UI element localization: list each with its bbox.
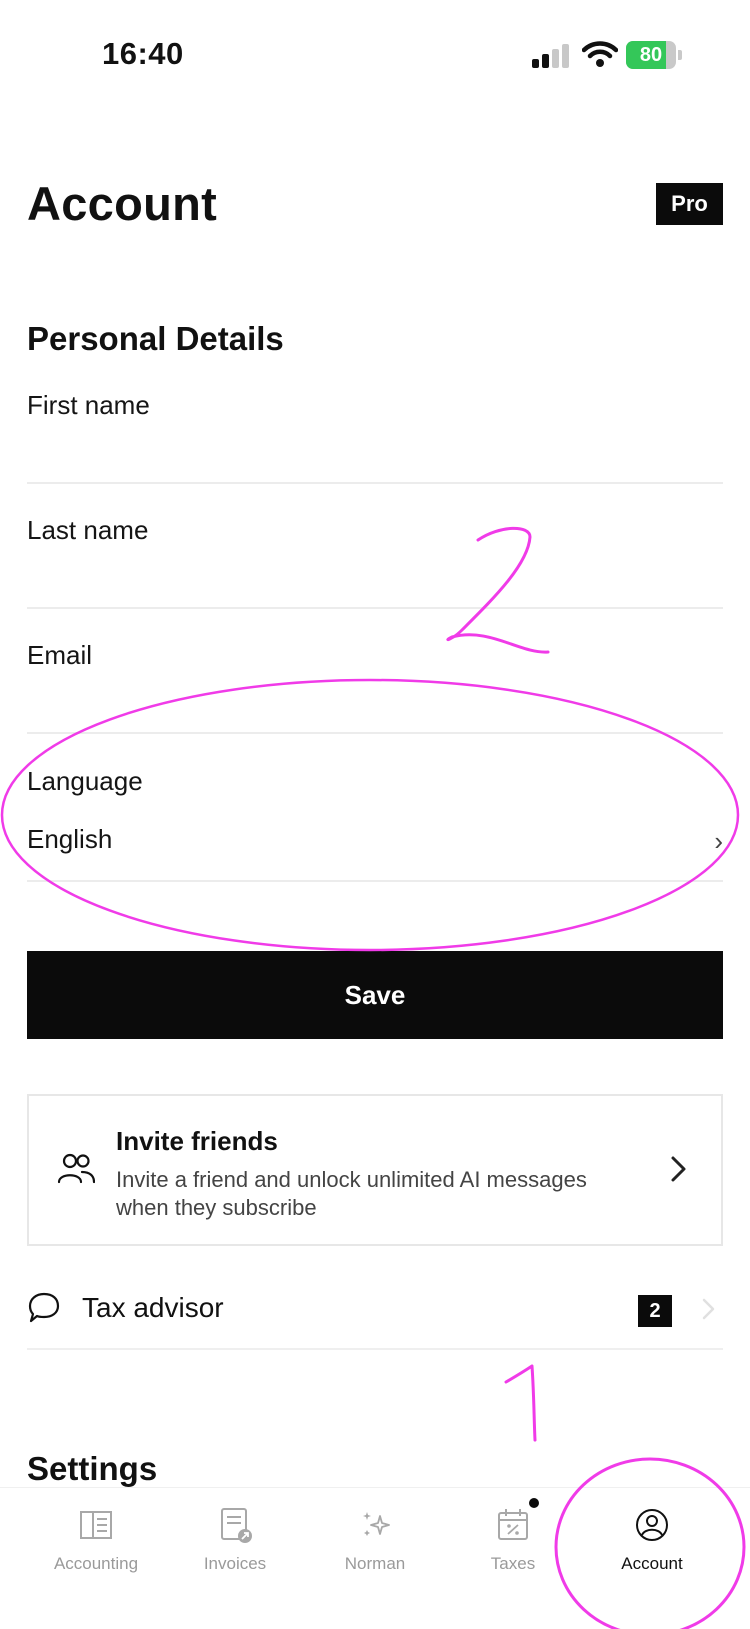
invite-description: Invite a friend and unlock unlimited AI …: [116, 1167, 587, 1220]
personal-details-heading: Personal Details: [27, 320, 284, 357]
last-name-label: Last name: [27, 515, 149, 545]
user-circle-icon: [636, 1509, 668, 1541]
email-label: Email: [27, 640, 93, 670]
tab-norman[interactable]: Norman: [305, 1488, 445, 1629]
tab-label: Account: [621, 1554, 683, 1573]
tax-advisor-label: Tax advisor: [82, 1292, 224, 1323]
sparkle-icon: [363, 1512, 390, 1536]
invite-friends-card[interactable]: Invite friends Invite a friend and unloc…: [27, 1094, 723, 1246]
invoice-icon: [221, 1508, 252, 1543]
email-field[interactable]: Email: [27, 630, 723, 734]
step-1-number: [504, 1364, 537, 1442]
chevron-right-icon: [702, 1298, 715, 1320]
plan-badge: Pro: [656, 183, 723, 225]
tab-label: Accounting: [53, 1554, 139, 1573]
chat-bubble-icon: [28, 1292, 60, 1323]
signal-icon: [532, 44, 569, 68]
ledger-icon: [80, 1511, 112, 1539]
unread-count-badge: 2: [638, 1295, 672, 1327]
calendar-percent-icon: [498, 1509, 528, 1540]
invite-title: Invite friends: [116, 1126, 278, 1156]
tax-advisor-row[interactable]: Tax advisor 2: [27, 1268, 723, 1350]
wifi-icon: [582, 41, 618, 67]
tab-accounting[interactable]: Accounting: [26, 1488, 166, 1629]
language-label: Language: [27, 766, 143, 796]
save-button[interactable]: Save: [27, 951, 723, 1039]
language-selector[interactable]: Language English ›: [27, 756, 723, 882]
battery-icon: 80: [626, 41, 682, 69]
tab-invoices[interactable]: Invoices: [165, 1488, 305, 1629]
tab-account[interactable]: Account: [582, 1488, 722, 1629]
tab-label: Norman: [344, 1554, 406, 1573]
users-icon: [57, 1153, 95, 1184]
last-name-field[interactable]: Last name: [27, 505, 723, 609]
settings-heading: Settings: [27, 1450, 158, 1487]
language-value: English: [27, 824, 113, 854]
first-name-field[interactable]: First name: [27, 380, 723, 484]
chevron-right-icon: [671, 1156, 686, 1182]
first-name-label: First name: [27, 390, 150, 420]
chevron-right-icon: ›: [714, 826, 723, 856]
status-time: 16:40: [102, 36, 184, 71]
tab-label: Taxes: [490, 1554, 536, 1573]
battery-level: 80: [639, 44, 663, 66]
status-bar: 16:40 80: [0, 0, 750, 110]
page-title: Account: [27, 177, 218, 230]
tab-label: Invoices: [203, 1554, 267, 1573]
notification-dot: [529, 1498, 539, 1508]
tab-taxes[interactable]: Taxes: [443, 1488, 583, 1629]
tab-bar: Accounting Invoices Norman Taxes Account: [0, 1487, 750, 1629]
